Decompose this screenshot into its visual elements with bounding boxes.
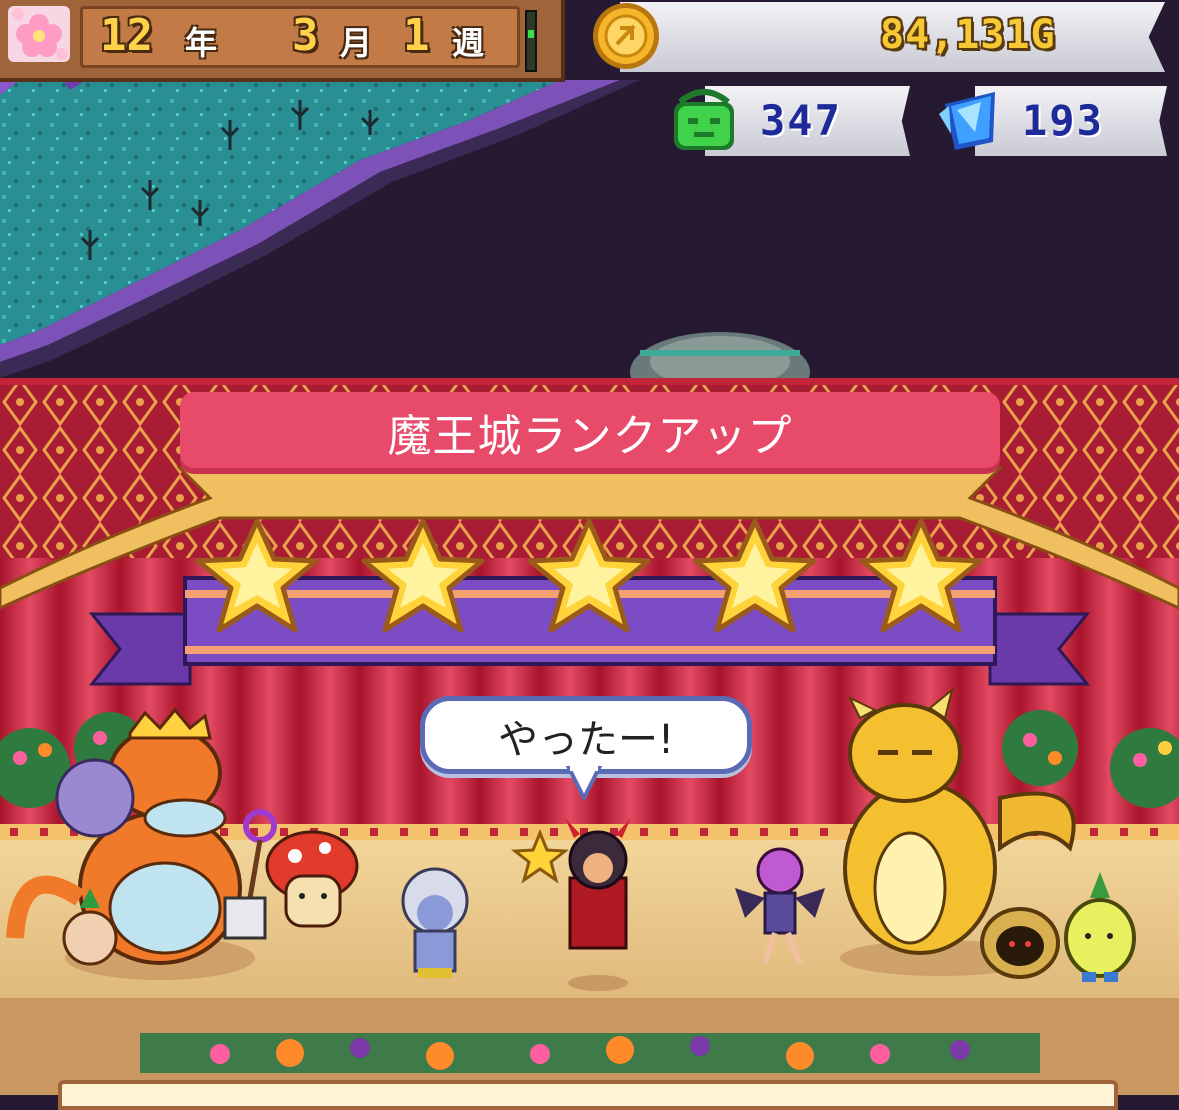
rank-star-1 — [195, 518, 319, 633]
time-progress-indicator — [525, 10, 537, 72]
rank-star-5 — [859, 518, 983, 633]
bag-icon — [674, 89, 734, 150]
flower-icon — [8, 6, 70, 62]
rank-star-3 — [527, 518, 651, 633]
speech-bubble-tail — [566, 766, 602, 800]
rank-up-title: 魔王城ランクアップ — [387, 411, 793, 462]
speech-text: やったー! — [497, 717, 675, 763]
crystal-count: 193 — [1022, 96, 1104, 145]
horn-creature-character — [980, 907, 1060, 979]
crystal-icon — [939, 92, 995, 150]
month-unit: 月 — [340, 24, 373, 62]
coin-icon — [593, 3, 659, 69]
gold-value: 84,131G — [880, 12, 1056, 58]
message-panel[interactable] — [58, 1080, 1118, 1110]
rank-star-4 — [693, 518, 817, 633]
month-value: 3 — [292, 10, 319, 61]
year-value: 12 — [100, 10, 153, 61]
week-value: 1 — [403, 10, 430, 61]
bag-count: 347 — [760, 96, 842, 145]
year-unit: 年 — [185, 24, 218, 62]
week-unit: 週 — [452, 24, 485, 62]
rank-star-2 — [361, 518, 485, 633]
